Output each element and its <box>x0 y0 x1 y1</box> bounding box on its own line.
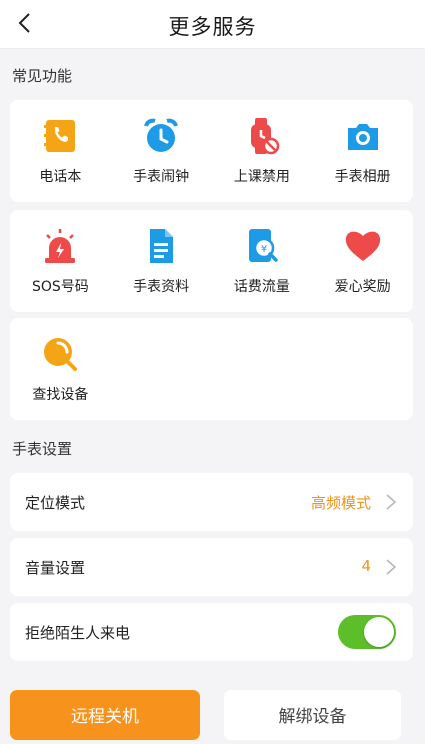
feature-billing-data[interactable]: ¥ 话费流量 <box>212 210 313 312</box>
toggle-knob <box>364 617 394 647</box>
volume-settings-label: 音量设置 <box>25 559 86 577</box>
billing-icon: ¥ <box>242 226 282 266</box>
feature-label: 手表闹钟 <box>133 169 190 185</box>
remote-shutdown-button[interactable]: 远程关机 <box>10 690 200 740</box>
chevron-right-icon <box>386 494 397 510</box>
sos-siren-icon <box>40 226 80 266</box>
section-title-common: 常见功能 <box>12 67 73 85</box>
feature-watch-alarm[interactable]: 手表闹钟 <box>111 100 212 202</box>
location-mode-label: 定位模式 <box>25 494 86 512</box>
reject-strangers-row: 拒绝陌生人来电 <box>10 603 413 661</box>
feature-label: SOS号码 <box>31 279 89 295</box>
page-title: 更多服务 <box>168 15 257 39</box>
camera-icon <box>343 116 383 156</box>
feature-label: 手表相册 <box>334 169 391 185</box>
phonebook-icon <box>40 116 80 156</box>
chevron-right-icon <box>386 559 397 575</box>
find-device-icon <box>40 334 80 374</box>
feature-card-row-3: 查找设备 <box>10 318 413 420</box>
feature-sos-number[interactable]: SOS号码 <box>10 210 111 312</box>
feature-label: 查找设备 <box>32 387 89 403</box>
feature-watch-album[interactable]: 手表相册 <box>312 100 413 202</box>
feature-label: 手表资料 <box>133 279 190 295</box>
heart-icon <box>343 226 383 266</box>
section-title-watch-settings: 手表设置 <box>12 440 73 458</box>
reject-strangers-toggle[interactable] <box>338 615 396 649</box>
feature-watch-info[interactable]: 手表资料 <box>111 210 212 312</box>
feature-find-device[interactable]: 查找设备 <box>10 318 111 420</box>
class-disable-icon <box>242 116 282 156</box>
feature-label: 电话本 <box>39 169 82 185</box>
document-icon <box>141 226 181 266</box>
feature-card-row-1: 电话本 手表闹钟 上课禁用 手表相册 <box>10 100 413 202</box>
feature-label: 爱心奖励 <box>334 279 391 295</box>
location-mode-value: 高频模式 <box>310 494 371 512</box>
feature-phonebook[interactable]: 电话本 <box>10 100 111 202</box>
location-mode-row[interactable]: 定位模式 高频模式 <box>10 473 413 531</box>
feature-love-reward[interactable]: 爱心奖励 <box>312 210 413 312</box>
volume-settings-row[interactable]: 音量设置 4 <box>10 538 413 596</box>
reject-strangers-label: 拒绝陌生人来电 <box>25 624 131 642</box>
unbind-device-button[interactable]: 解绑设备 <box>224 690 401 740</box>
feature-label: 上课禁用 <box>233 169 290 185</box>
svg-text:¥: ¥ <box>261 244 267 255</box>
feature-label: 话费流量 <box>233 279 290 295</box>
header-bar: 更多服务 <box>0 0 425 49</box>
alarm-clock-icon <box>141 116 181 156</box>
feature-card-row-2: SOS号码 手表资料 ¥ 话费流量 爱心奖励 <box>10 210 413 312</box>
feature-class-disable[interactable]: 上课禁用 <box>212 100 313 202</box>
volume-value: 4 <box>361 557 371 575</box>
